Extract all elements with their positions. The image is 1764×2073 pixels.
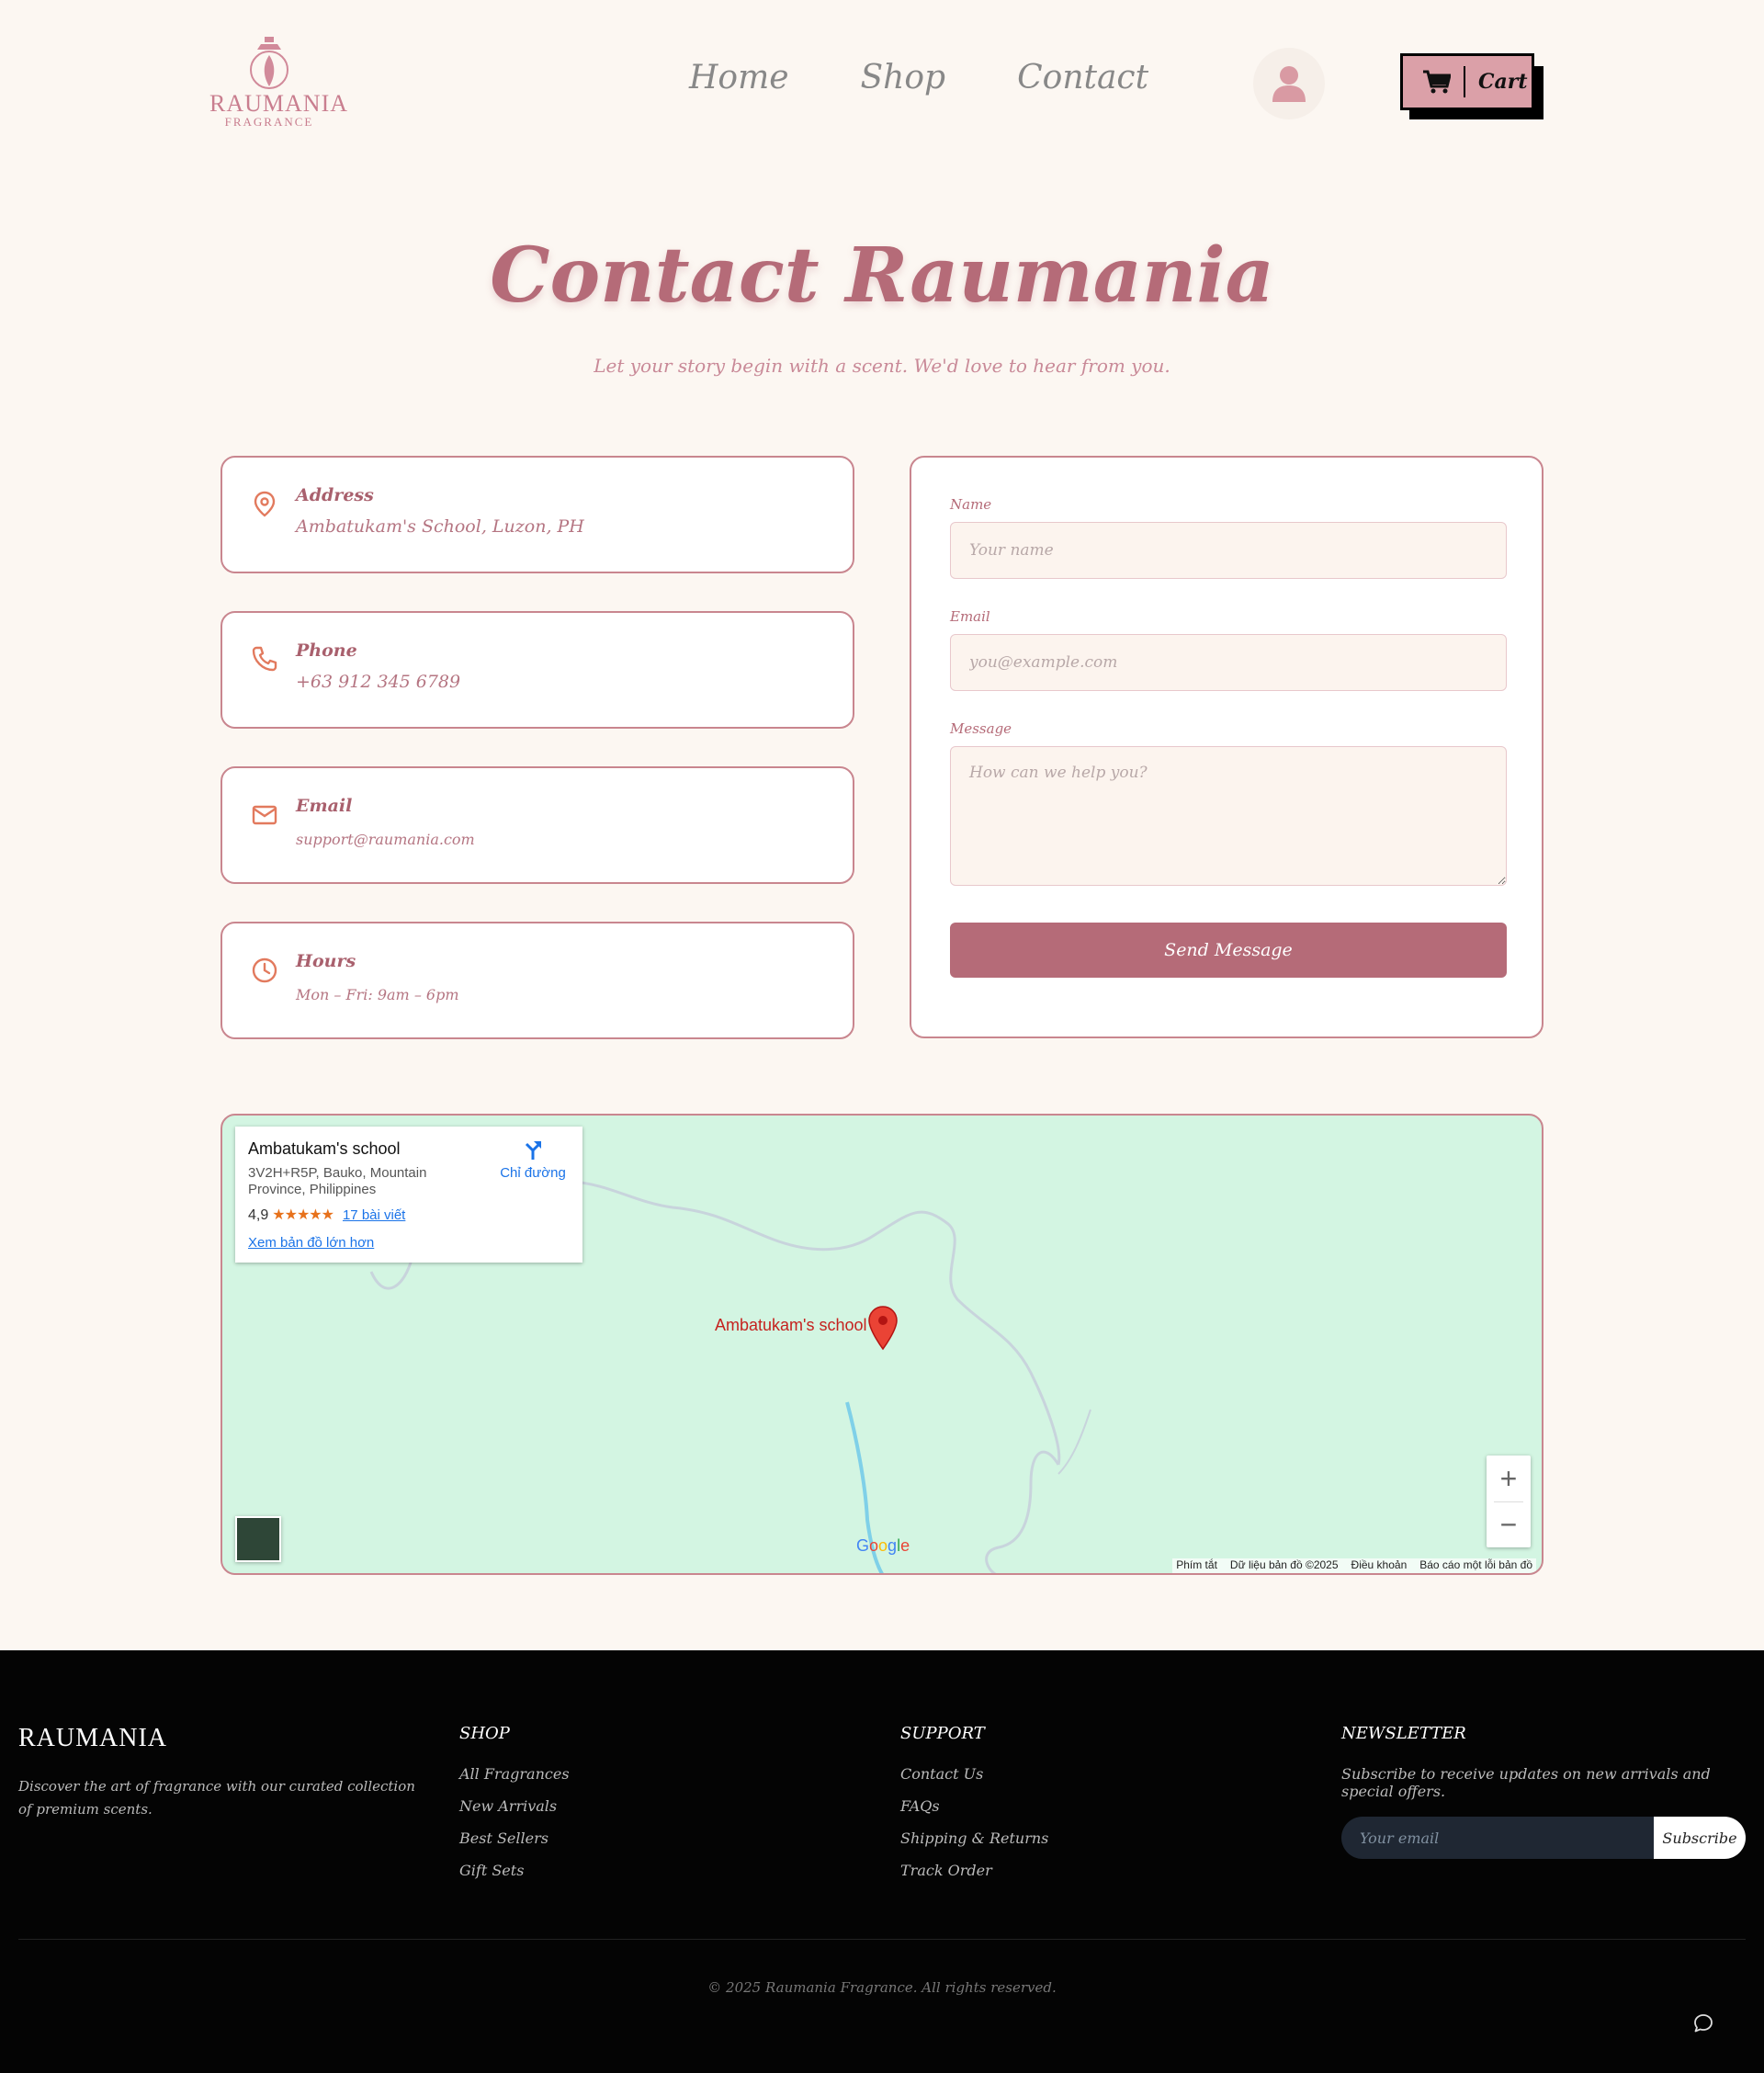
- nav-home[interactable]: Home: [689, 59, 789, 96]
- map-attribution: Phím tắt Dữ liệu bản đồ ©2025 Điều khoản…: [1172, 1558, 1536, 1573]
- chat-icon[interactable]: [1692, 2012, 1714, 2034]
- user-icon: [1272, 66, 1306, 102]
- directions-icon: [525, 1141, 541, 1160]
- nav-contact[interactable]: Contact: [1017, 59, 1148, 96]
- hours-value: Mon – Fri: 9am – 6pm: [296, 986, 459, 1003]
- footer-support-column: SUPPORT Contact Us FAQs Shipping & Retur…: [900, 1724, 1048, 1894]
- main-nav: Home Shop Contact: [689, 59, 1148, 96]
- footer-link-best-sellers[interactable]: Best Sellers: [459, 1829, 570, 1862]
- satellite-toggle[interactable]: [235, 1516, 281, 1562]
- hours-card: Hours Mon – Fri: 9am – 6pm: [220, 922, 854, 1039]
- email-card: Email support@raumania.com: [220, 766, 854, 884]
- logo-brand: RAUMANIA: [209, 90, 348, 117]
- place-address: 3V2H+R5P, Bauko, Mountain Province, Phil…: [248, 1165, 427, 1197]
- logo[interactable]: RAUMANIA FRAGRANCE: [209, 35, 348, 129]
- map-embed[interactable]: Ambatukam's school 3V2H+R5P, Bauko, Moun…: [220, 1114, 1544, 1575]
- name-input[interactable]: [950, 522, 1507, 579]
- logo-sub: FRAGRANCE: [224, 115, 314, 129]
- address-value: Ambatukam's School, Luzon, PH: [296, 516, 584, 537]
- site-footer: RAUMANIA Discover the art of fragrance w…: [0, 1650, 1764, 2073]
- newsletter-form: Subscribe: [1341, 1817, 1746, 1859]
- send-message-button[interactable]: Send Message: [950, 923, 1507, 978]
- address-title: Address: [296, 485, 374, 505]
- footer-link-contact-us[interactable]: Contact Us: [900, 1765, 1048, 1797]
- zoom-out-button[interactable]: −: [1487, 1501, 1531, 1547]
- email-title: Email: [296, 796, 353, 816]
- user-account-button[interactable]: [1253, 48, 1325, 119]
- footer-link-faqs[interactable]: FAQs: [900, 1797, 1048, 1829]
- keyboard-shortcuts-link[interactable]: Phím tắt: [1176, 1558, 1217, 1573]
- cart-button-wrap: Cart: [1400, 53, 1544, 119]
- hours-title: Hours: [296, 951, 356, 971]
- footer-support-heading: SUPPORT: [900, 1724, 985, 1743]
- phone-icon: [252, 646, 277, 672]
- footer-link-new-arrivals[interactable]: New Arrivals: [459, 1797, 570, 1829]
- footer-newsletter-column: NEWSLETTER Subscribe to receive updates …: [1341, 1724, 1764, 1859]
- place-card: Ambatukam's school 3V2H+R5P, Bauko, Moun…: [235, 1127, 582, 1263]
- phone-title: Phone: [296, 640, 357, 661]
- subscribe-button[interactable]: Subscribe: [1654, 1817, 1746, 1859]
- place-name: Ambatukam's school: [248, 1139, 401, 1158]
- copyright: © 2025 Raumania Fragrance. All rights re…: [707, 1979, 1057, 1996]
- zoom-separator: [1494, 1501, 1523, 1502]
- phone-value[interactable]: +63 912 345 6789: [296, 672, 460, 692]
- nav-shop[interactable]: Shop: [861, 59, 946, 96]
- perfume-bottle-icon: [250, 37, 288, 89]
- google-logo: Google: [856, 1536, 910, 1555]
- zoom-controls: + −: [1487, 1456, 1531, 1547]
- directions-label: Chỉ đường: [500, 1165, 566, 1181]
- map-marker-icon[interactable]: [867, 1305, 899, 1351]
- newsletter-text: Subscribe to receive updates on new arri…: [1341, 1765, 1711, 1800]
- contact-form: Name Email Message Send Message: [910, 456, 1544, 1038]
- address-card: Address Ambatukam's School, Luzon, PH: [220, 456, 854, 573]
- cart-divider: [1464, 66, 1465, 97]
- map-pin-icon: [254, 491, 276, 517]
- place-rating-row: 4,9 ★★★★★ 17 bài viết: [248, 1206, 405, 1224]
- footer-newsletter-heading: NEWSLETTER: [1341, 1724, 1466, 1743]
- star-rating-icon: ★★★★★: [272, 1207, 334, 1223]
- reviews-link[interactable]: 17 bài viết: [343, 1207, 405, 1223]
- footer-shop-column: SHOP All Fragrances New Arrivals Best Se…: [459, 1724, 570, 1894]
- footer-link-shipping-returns[interactable]: Shipping & Returns: [900, 1829, 1048, 1862]
- page-subtitle: Let your story begin with a scent. We'd …: [594, 355, 1170, 377]
- phone-card: Phone +63 912 345 6789: [220, 611, 854, 729]
- view-larger-map-link[interactable]: Xem bản đồ lớn hơn: [248, 1235, 374, 1251]
- cart-button[interactable]: Cart: [1400, 53, 1534, 110]
- message-textarea[interactable]: [950, 746, 1507, 886]
- message-label: Message: [950, 720, 1012, 737]
- footer-link-gift-sets[interactable]: Gift Sets: [459, 1862, 570, 1894]
- cart-label: Cart: [1478, 70, 1528, 94]
- email-label: Email: [950, 608, 990, 625]
- footer-shop-heading: SHOP: [459, 1724, 510, 1743]
- newsletter-email-input[interactable]: [1341, 1817, 1672, 1859]
- page-title: Contact Raumania: [490, 232, 1274, 320]
- directions-button[interactable]: Chỉ đường: [496, 1138, 570, 1181]
- cart-icon: [1423, 70, 1451, 94]
- report-error-link[interactable]: Báo cáo một lỗi bản đồ: [1419, 1558, 1532, 1573]
- footer-description: Discover the art of fragrance with our c…: [18, 1778, 415, 1818]
- footer-brand: RAUMANIA: [18, 1724, 167, 1752]
- map-data-text: Dữ liệu bản đồ ©2025: [1229, 1558, 1339, 1571]
- name-label: Name: [950, 496, 992, 513]
- mail-icon: [252, 805, 277, 825]
- footer-link-track-order[interactable]: Track Order: [900, 1862, 1048, 1894]
- marker-label: Ambatukam's school: [715, 1316, 867, 1334]
- footer-link-all-fragrances[interactable]: All Fragrances: [459, 1765, 570, 1797]
- place-rating: 4,9: [248, 1207, 269, 1223]
- zoom-in-button[interactable]: +: [1487, 1456, 1531, 1501]
- email-input[interactable]: [950, 634, 1507, 691]
- terms-link[interactable]: Điều khoản: [1351, 1558, 1408, 1573]
- site-header: RAUMANIA FRAGRANCE Home Shop Contact Car…: [0, 0, 1764, 165]
- footer-divider: [18, 1939, 1746, 1940]
- email-value[interactable]: support@raumania.com: [296, 831, 475, 848]
- clock-icon: [252, 957, 277, 983]
